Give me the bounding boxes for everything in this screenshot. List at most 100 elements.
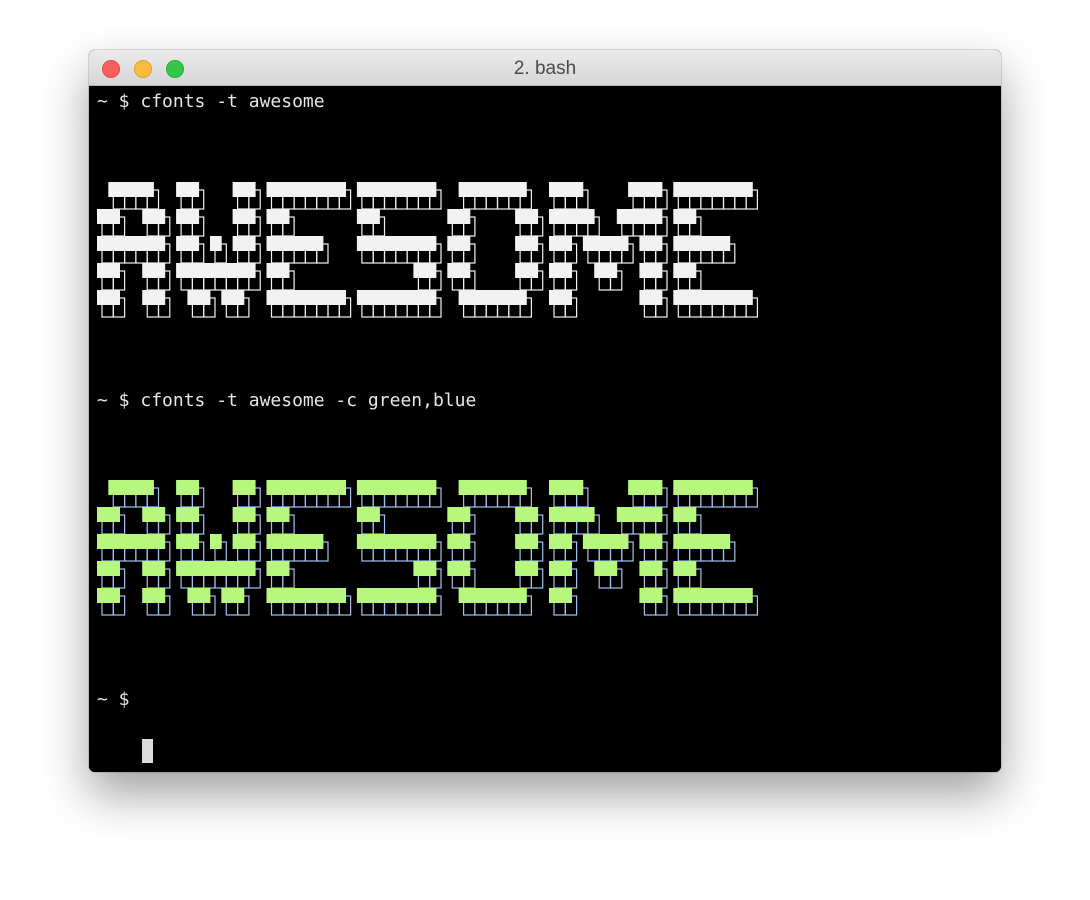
banner-block-cell xyxy=(277,588,290,603)
banner-block-cell xyxy=(311,182,324,197)
banner-letter-m-5 xyxy=(549,480,668,616)
banner-block-cell xyxy=(549,263,561,278)
banner-block-cell xyxy=(684,209,697,224)
banner-block-cell xyxy=(198,561,211,576)
banner-letter-o-4 xyxy=(447,182,544,318)
banner-block-cell xyxy=(277,507,290,522)
banner-block-cell xyxy=(458,263,471,278)
banner-block-cell xyxy=(526,236,539,251)
banner-block-cell xyxy=(97,507,109,522)
banner-block-cell xyxy=(469,182,482,197)
banner-block-cell xyxy=(549,588,561,603)
banner-block-cell xyxy=(243,534,256,549)
banner-block-cell xyxy=(379,290,392,305)
banner-block-cell xyxy=(311,534,324,549)
banner-block-cell xyxy=(390,534,403,549)
banner-block-cell xyxy=(492,182,505,197)
banner-block-cell xyxy=(639,236,652,251)
ascii-banner-color xyxy=(97,480,758,616)
banner-block-cell xyxy=(560,480,572,495)
banner-block-cell xyxy=(334,480,346,495)
banner-block-cell xyxy=(198,588,211,603)
banner-block-cell xyxy=(469,480,482,495)
banner-block-cell xyxy=(560,507,572,522)
banner-block-cell xyxy=(108,588,120,603)
banner-block-cell xyxy=(515,290,527,305)
banner-letter-e-2 xyxy=(266,480,352,616)
banner-block-cell xyxy=(718,236,731,251)
banner-block-cell xyxy=(413,182,426,197)
banner-block-cell xyxy=(718,480,731,495)
banner-block-cell xyxy=(549,480,561,495)
banner-block-cell xyxy=(153,263,166,278)
banner-block-cell xyxy=(379,182,392,197)
banner-block-cell xyxy=(187,263,200,278)
banner-block-cell xyxy=(458,561,471,576)
terminal-content[interactable]: ~ $ cfonts -t awesome ~ $ cfonts -t awes… xyxy=(89,86,1001,772)
banner-block-cell xyxy=(108,534,120,549)
banner-block-cell xyxy=(142,209,154,224)
banner-block-cell xyxy=(628,507,640,522)
banner-block-cell xyxy=(582,534,595,549)
banner-letter-m-5 xyxy=(549,182,668,318)
banner-block-cell xyxy=(356,182,369,197)
banner-block-cell xyxy=(741,480,753,495)
banner-block-cell xyxy=(289,236,301,251)
banner-block-cell xyxy=(97,263,109,278)
banner-block-cell xyxy=(447,236,459,251)
banner-block-cell xyxy=(695,588,708,603)
banner-block-cell xyxy=(628,182,640,197)
banner-block-cell xyxy=(582,507,595,522)
banner-block-cell xyxy=(130,182,143,197)
banner-block-cell xyxy=(334,290,346,305)
banner-block-cell xyxy=(232,507,245,522)
banner-block-cell xyxy=(232,263,245,278)
banner-block-cell xyxy=(119,534,132,549)
banner-block-cell xyxy=(187,588,200,603)
banner-block-cell xyxy=(729,480,742,495)
banner-block-cell xyxy=(289,480,301,495)
banner-block-cell xyxy=(266,534,279,549)
banner-block-cell xyxy=(628,209,640,224)
banner-letter-e-2 xyxy=(266,182,352,318)
banner-block-cell xyxy=(108,290,120,305)
banner-block-cell xyxy=(243,182,256,197)
banner-block-cell xyxy=(515,182,527,197)
banner-block-cell xyxy=(413,263,426,278)
banner-block-cell xyxy=(695,534,708,549)
ascii-banner-white xyxy=(97,182,758,318)
banner-block-cell xyxy=(142,507,154,522)
banner-block-cell xyxy=(390,480,403,495)
banner-block-cell xyxy=(368,182,380,197)
banner-block-cell xyxy=(707,534,719,549)
banner-block-cell xyxy=(153,209,166,224)
banner-block-cell xyxy=(210,236,222,251)
banner-block-cell xyxy=(277,209,290,224)
banner-block-cell xyxy=(153,534,166,549)
banner-block-cell xyxy=(97,290,109,305)
banner-block-cell xyxy=(549,561,561,576)
banner-block-cell xyxy=(639,588,652,603)
banner-block-cell xyxy=(718,182,731,197)
banner-block-cell xyxy=(673,263,685,278)
banner-block-cell xyxy=(492,290,505,305)
banner-block-cell xyxy=(266,209,279,224)
banner-letter-a-0 xyxy=(97,182,171,318)
banner-block-cell xyxy=(413,534,426,549)
banner-block-cell xyxy=(515,263,527,278)
title-bar: 2. bash xyxy=(89,50,1001,86)
banner-block-cell xyxy=(684,588,697,603)
banner-block-cell xyxy=(673,209,685,224)
banner-block-cell xyxy=(108,561,120,576)
banner-block-cell xyxy=(594,263,606,278)
banner-block-cell xyxy=(616,209,629,224)
banner-block-cell xyxy=(402,182,414,197)
banner-block-cell xyxy=(176,480,188,495)
banner-block-cell xyxy=(198,290,211,305)
banner-block-cell xyxy=(447,209,459,224)
banner-block-cell xyxy=(695,236,708,251)
banner-block-cell xyxy=(277,561,290,576)
banner-block-cell xyxy=(650,480,663,495)
banner-block-cell xyxy=(673,480,685,495)
banner-block-cell xyxy=(628,480,640,495)
